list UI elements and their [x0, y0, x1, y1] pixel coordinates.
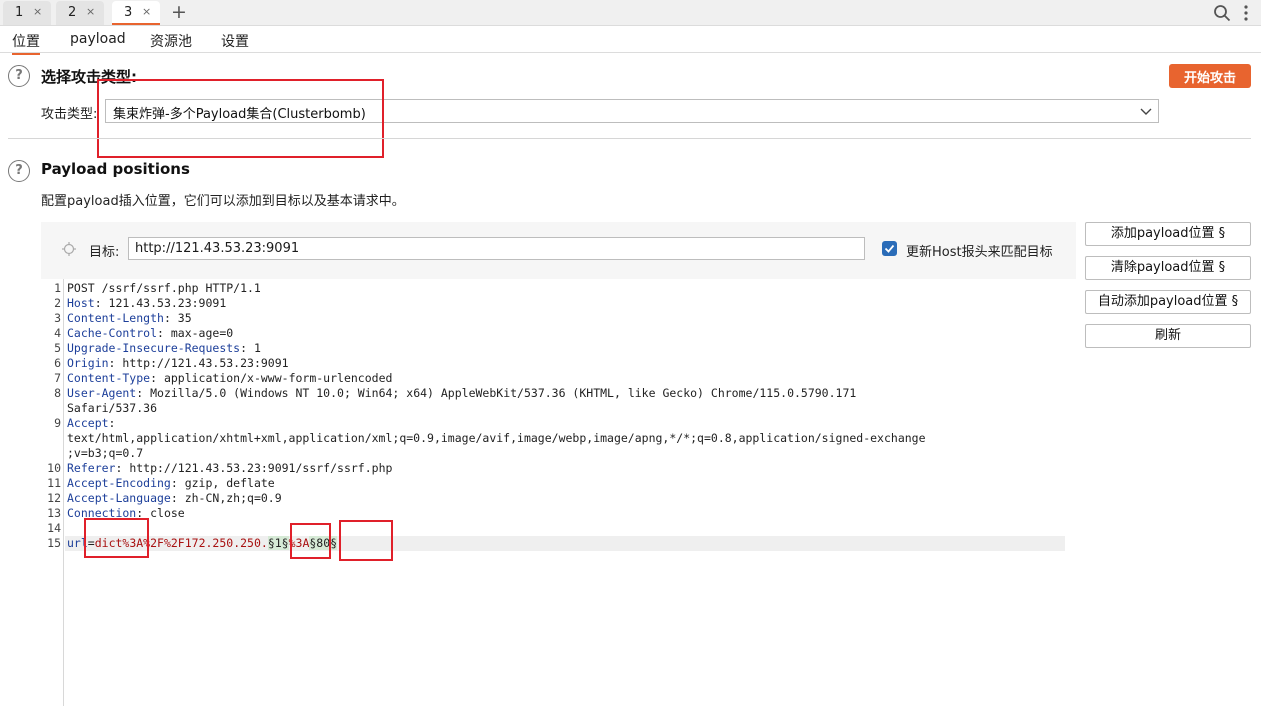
start-attack-button[interactable]: 开始攻击 — [1169, 64, 1251, 88]
sub-tab-bar: 位置 payload 资源池 设置 — [0, 27, 1261, 55]
request-editor-panel: 目标: http://121.43.53.23:9091 更新Host报头来匹配… — [41, 222, 1076, 706]
request-editor[interactable]: 1 2 3 4 5 6 7 8 9 10 11 12 13 14 15 POST… — [41, 279, 1076, 706]
close-icon[interactable]: × — [86, 5, 95, 18]
request-line: POST /ssrf/ssrf.php HTTP/1.1 — [67, 281, 261, 295]
tab-resource-pool[interactable]: 资源池 — [150, 31, 192, 51]
target-row: 目标: http://121.43.53.23:9091 更新Host报头来匹配… — [41, 222, 1076, 277]
header-line: Host: 121.43.53.23:9091 — [67, 296, 227, 310]
header-line: Referer: http://121.43.53.23:9091/ssrf/s… — [67, 461, 393, 475]
highlight-annotation — [97, 79, 384, 158]
tab-label: 3 — [124, 5, 133, 20]
add-tab-icon[interactable]: + — [171, 1, 187, 23]
highlight-annotation — [339, 520, 393, 561]
payload-positions-heading: Payload positions — [41, 160, 190, 178]
tab-label: 1 — [15, 5, 24, 20]
header-continuation: text/html,application/xhtml+xml,applicat… — [67, 431, 926, 445]
header-line: User-Agent: Mozilla/5.0 (Windows NT 10.0… — [67, 386, 857, 400]
header-line: Accept-Language: zh-CN,zh;q=0.9 — [67, 491, 282, 505]
tab-strip: 1 × 2 × 3 × + — [0, 0, 1261, 26]
help-icon[interactable]: ? — [8, 160, 30, 182]
header-line: Content-Length: 35 — [67, 311, 192, 325]
tab-payload[interactable]: payload — [70, 31, 126, 47]
target-input[interactable]: http://121.43.53.23:9091 — [128, 237, 865, 260]
tab-settings[interactable]: 设置 — [221, 31, 249, 51]
search-icon[interactable] — [1213, 4, 1231, 22]
tab-1[interactable]: 1 × — [3, 1, 51, 25]
payload-positions-description: 配置payload插入位置，它们可以添加到目标以及基本请求中。 — [41, 194, 405, 209]
highlight-annotation — [84, 518, 149, 558]
tab-2[interactable]: 2 × — [56, 1, 104, 25]
close-icon[interactable]: × — [33, 5, 42, 18]
header-line: Accept: — [67, 416, 116, 430]
header-continuation: Safari/537.36 — [67, 401, 158, 415]
auto-add-payload-position-button[interactable]: 自动添加payload位置 § — [1085, 290, 1251, 314]
attack-type-label: 攻击类型: — [41, 107, 98, 122]
header-line: Content-Type: application/x-www-form-url… — [67, 371, 393, 385]
payload-marker: §1§ — [267, 536, 289, 550]
target-label: 目标: — [89, 245, 120, 260]
more-options-icon[interactable] — [1243, 4, 1249, 22]
update-host-label: 更新Host报头来匹配目标 — [906, 245, 1053, 260]
tab-positions[interactable]: 位置 — [12, 31, 40, 55]
header-line: Origin: http://121.43.53.23:9091 — [67, 356, 289, 370]
chevron-down-icon — [1140, 108, 1152, 115]
header-line: Accept-Encoding: gzip, deflate — [67, 476, 275, 490]
header-continuation: ;v=b3;q=0.7 — [67, 446, 144, 460]
line-number-gutter: 1 2 3 4 5 6 7 8 9 10 11 12 13 14 15 — [41, 279, 64, 706]
check-icon — [884, 244, 895, 253]
add-payload-position-button[interactable]: 添加payload位置 § — [1085, 222, 1251, 246]
help-icon[interactable]: ? — [8, 65, 30, 87]
refresh-button[interactable]: 刷新 — [1085, 324, 1251, 348]
section-divider — [8, 138, 1251, 139]
tab-3[interactable]: 3 × — [112, 1, 160, 25]
crosshair-icon — [62, 242, 76, 256]
header-line: Upgrade-Insecure-Requests: 1 — [67, 341, 261, 355]
close-icon[interactable]: × — [142, 5, 151, 18]
tab-label: 2 — [68, 5, 77, 20]
clear-payload-position-button[interactable]: 清除payload位置 § — [1085, 256, 1251, 280]
header-line: Cache-Control: max-age=0 — [67, 326, 234, 340]
highlight-annotation — [290, 523, 331, 559]
update-host-checkbox[interactable] — [882, 241, 897, 256]
